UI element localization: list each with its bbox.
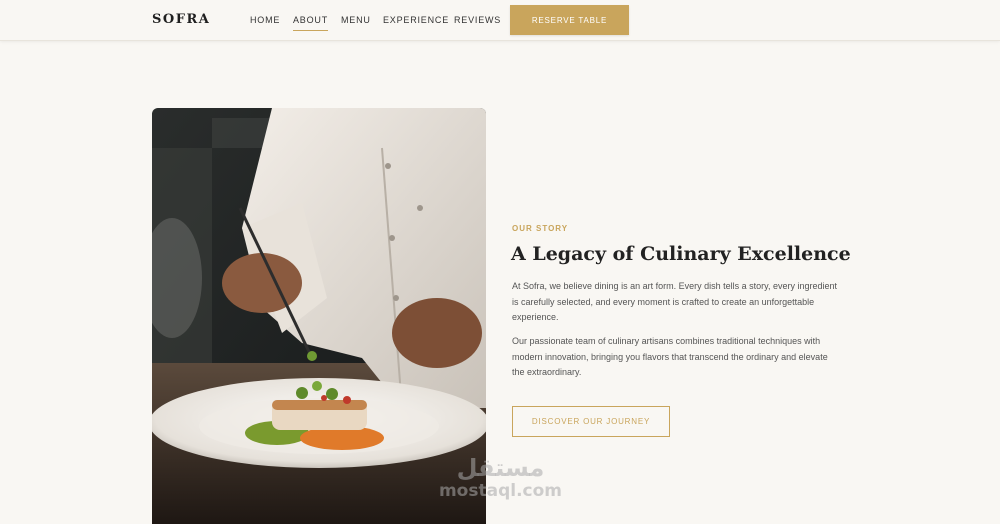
nav-experience-link[interactable]: EXPERIENCE bbox=[383, 15, 449, 25]
chef-plating-photo bbox=[152, 108, 486, 524]
about-paragraph-2: Our passionate team of culinary artisans… bbox=[512, 336, 828, 377]
watermark-arabic: مستقل bbox=[456, 454, 545, 482]
section-title: A Legacy of Culinary Excellence bbox=[511, 243, 851, 265]
reserve-table-button[interactable]: RESERVE TABLE bbox=[510, 5, 629, 35]
top-navbar: SOFRA HOME ABOUT MENU EXPERIENCE REVIEWS… bbox=[0, 0, 1000, 41]
watermark: مستقل mostaql.com bbox=[438, 455, 563, 501]
site-logo[interactable]: SOFRA bbox=[152, 12, 210, 27]
chef-photo-illustration bbox=[152, 108, 486, 524]
nav-home-link[interactable]: HOME bbox=[250, 15, 280, 25]
about-paragraph-1: At Sofra, we believe dining is an art fo… bbox=[512, 281, 837, 322]
nav-reviews-link[interactable]: REVIEWS bbox=[454, 15, 501, 25]
nav-about-link[interactable]: ABOUT bbox=[293, 15, 329, 31]
discover-journey-button[interactable]: DISCOVER OUR JOURNEY bbox=[512, 406, 670, 437]
watermark-latin: mostaql.com bbox=[438, 481, 563, 501]
nav-menu-link[interactable]: MENU bbox=[341, 15, 371, 25]
section-eyebrow: OUR STORY bbox=[512, 224, 569, 233]
